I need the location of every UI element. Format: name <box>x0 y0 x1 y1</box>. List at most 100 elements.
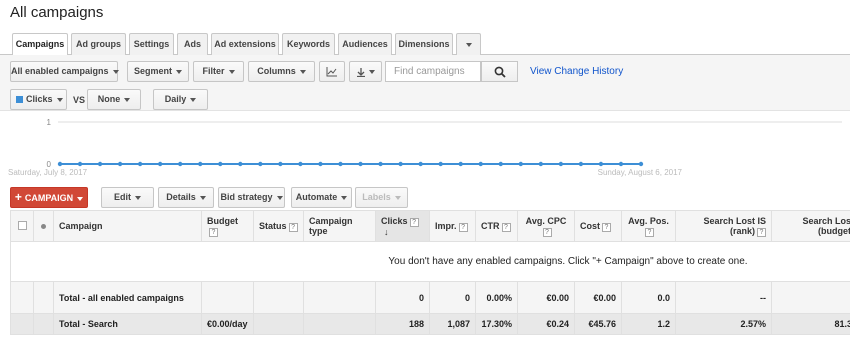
col-campaign-type[interactable]: Campaign type <box>303 210 376 242</box>
chart-toggle-button[interactable] <box>319 61 345 82</box>
tab-audiences[interactable]: Audiences <box>338 33 392 55</box>
total-search-lost-rank: 2.57% <box>675 313 772 335</box>
col-lost-is-rank[interactable]: Search Lost IS (rank)? <box>675 210 772 242</box>
data-point[interactable] <box>538 161 544 167</box>
chevron-down-icon <box>176 69 182 74</box>
add-campaign-button[interactable]: + CAMPAIGN <box>10 187 88 208</box>
data-point[interactable] <box>398 161 403 167</box>
chevron-down-icon <box>112 69 119 74</box>
tab-more[interactable] <box>456 33 481 55</box>
data-point[interactable] <box>558 161 564 167</box>
total-cell-blank <box>303 281 376 314</box>
data-point[interactable] <box>278 161 283 167</box>
columns-button[interactable]: Columns <box>248 61 315 82</box>
col-lost-is-budget[interactable]: Search Lost IS (budget)? <box>771 210 850 242</box>
data-point[interactable] <box>358 161 363 167</box>
filter-button[interactable]: Filter <box>193 61 244 82</box>
download-button[interactable] <box>349 61 382 82</box>
search-button[interactable] <box>481 61 518 82</box>
data-point[interactable] <box>318 161 323 167</box>
data-point[interactable] <box>478 161 483 167</box>
col-budget[interactable]: Budget? <box>201 210 254 242</box>
help-icon[interactable]: ? <box>458 222 468 232</box>
total-search-impr: 1,087 <box>429 313 476 335</box>
labels-button[interactable]: Labels <box>355 187 408 208</box>
data-point[interactable] <box>518 161 523 167</box>
data-point[interactable] <box>298 161 303 167</box>
select-all-checkbox[interactable] <box>17 220 27 230</box>
data-point[interactable] <box>218 161 223 167</box>
data-point[interactable] <box>238 161 243 167</box>
col-campaign[interactable]: Campaign <box>53 210 202 242</box>
metric1-select[interactable]: Clicks <box>10 89 67 110</box>
campaign-status-filter[interactable]: All enabled campaigns <box>10 61 119 82</box>
chevron-down-icon <box>124 97 131 102</box>
data-point[interactable] <box>97 161 103 167</box>
automate-button[interactable]: Automate <box>291 187 352 208</box>
data-point[interactable] <box>618 161 624 167</box>
data-point[interactable] <box>77 161 83 167</box>
col-cost[interactable]: Cost? <box>574 210 622 242</box>
tab-ad-extensions[interactable]: Ad extensions <box>211 33 279 55</box>
data-point[interactable] <box>438 161 443 167</box>
labels-label: Labels <box>362 192 391 202</box>
tab-dimensions[interactable]: Dimensions <box>395 33 453 55</box>
tab-campaigns[interactable]: Campaigns <box>12 33 68 56</box>
data-point[interactable] <box>137 161 143 167</box>
col-impr[interactable]: Impr.? <box>429 210 476 242</box>
col-ctr[interactable]: CTR? <box>475 210 518 242</box>
data-point[interactable] <box>117 161 123 167</box>
col-campaign-type-label: Campaign type <box>309 216 353 236</box>
filter-label: Filter <box>202 66 225 76</box>
help-icon[interactable]: ? <box>602 222 611 232</box>
help-icon[interactable]: ? <box>542 227 552 237</box>
data-point[interactable] <box>378 161 383 167</box>
help-icon[interactable]: ? <box>501 222 511 232</box>
page-title: All campaigns <box>10 4 104 21</box>
bid-strategy-button[interactable]: Bid strategy <box>218 187 285 208</box>
data-point[interactable] <box>338 161 343 167</box>
details-button[interactable]: Details <box>158 187 214 208</box>
x-start-label: Saturday, July 8, 2017 <box>8 168 88 177</box>
interval-label: Daily <box>164 94 187 104</box>
data-point[interactable] <box>198 161 203 167</box>
help-icon[interactable]: ? <box>645 227 654 237</box>
data-point[interactable] <box>598 161 604 167</box>
tab-keywords[interactable]: Keywords <box>282 33 335 55</box>
download-icon <box>357 67 365 77</box>
col-campaign-label: Campaign <box>59 221 103 231</box>
data-point[interactable] <box>157 161 163 167</box>
metric2-select[interactable]: None <box>87 89 141 110</box>
total-enabled-lost-rank: -- <box>675 281 772 314</box>
total-enabled-avg-cpc: €0.00 <box>517 281 575 314</box>
col-status[interactable]: Status? <box>253 210 304 242</box>
data-point[interactable] <box>578 161 584 167</box>
help-icon[interactable]: ? <box>409 217 419 227</box>
search-input[interactable]: Find campaigns <box>385 61 481 82</box>
data-point[interactable] <box>418 161 423 167</box>
view-change-history-link[interactable]: View Change History <box>530 66 623 77</box>
col-avg-cpc[interactable]: Avg. CPC? <box>517 210 575 242</box>
data-point[interactable] <box>57 161 63 167</box>
data-point[interactable] <box>458 161 463 167</box>
total-search-avg-cpc: €0.24 <box>517 313 575 335</box>
select-all-cell[interactable] <box>10 210 34 242</box>
help-icon[interactable]: ? <box>757 227 766 237</box>
data-point[interactable] <box>178 161 183 167</box>
interval-select[interactable]: Daily <box>153 89 208 110</box>
data-point[interactable] <box>498 161 503 167</box>
col-clicks[interactable]: Clicks ? ↓ <box>375 210 430 242</box>
line-chart-icon <box>326 67 337 77</box>
help-icon[interactable]: ? <box>209 227 218 237</box>
edit-button[interactable]: Edit <box>101 187 154 208</box>
data-point[interactable] <box>258 161 263 167</box>
tab-ads[interactable]: Ads <box>177 33 208 55</box>
data-point[interactable] <box>638 161 644 167</box>
col-lost-is-budget-label: Search Lost IS (budget) <box>802 215 850 236</box>
tab-ad-groups[interactable]: Ad groups <box>71 33 126 55</box>
col-avg-pos[interactable]: Avg. Pos.? <box>621 210 676 242</box>
tab-settings[interactable]: Settings <box>129 33 174 55</box>
edit-label: Edit <box>114 192 131 202</box>
segment-button[interactable]: Segment <box>127 61 189 82</box>
help-icon[interactable]: ? <box>288 222 298 232</box>
